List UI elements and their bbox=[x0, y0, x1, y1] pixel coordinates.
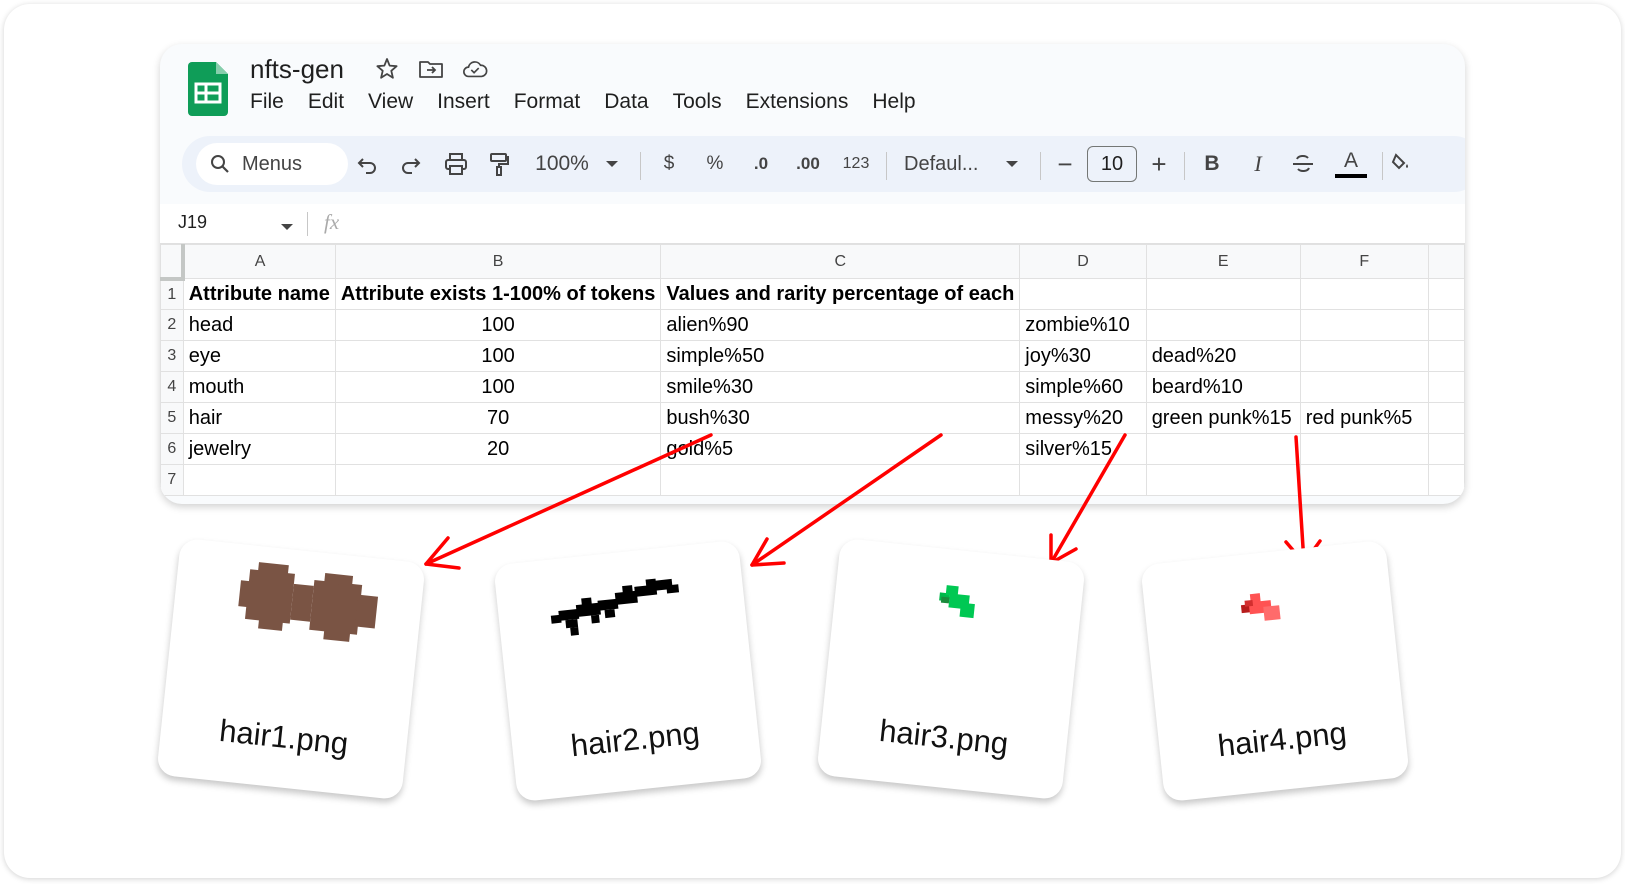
hair3-preview-image bbox=[939, 585, 975, 619]
hair2-preview-image bbox=[550, 578, 680, 636]
hair4-card: hair4.png bbox=[1140, 539, 1410, 803]
hair3-label: hair3.png bbox=[877, 712, 1010, 762]
arrow-to-hair3 bbox=[1049, 433, 1127, 565]
hair1-card: hair1.png bbox=[156, 537, 426, 801]
arrow-to-hair1 bbox=[424, 433, 713, 566]
arrow-to-hair4 bbox=[1294, 435, 1306, 565]
hair2-card: hair2.png bbox=[493, 539, 763, 803]
hair1-preview-image bbox=[238, 562, 379, 642]
hair4-preview-image bbox=[1240, 593, 1281, 621]
hair3-card: hair3.png bbox=[816, 537, 1086, 801]
hair4-label: hair4.png bbox=[1216, 714, 1349, 764]
hair2-label: hair2.png bbox=[569, 714, 702, 764]
hair1-label: hair1.png bbox=[217, 712, 350, 762]
